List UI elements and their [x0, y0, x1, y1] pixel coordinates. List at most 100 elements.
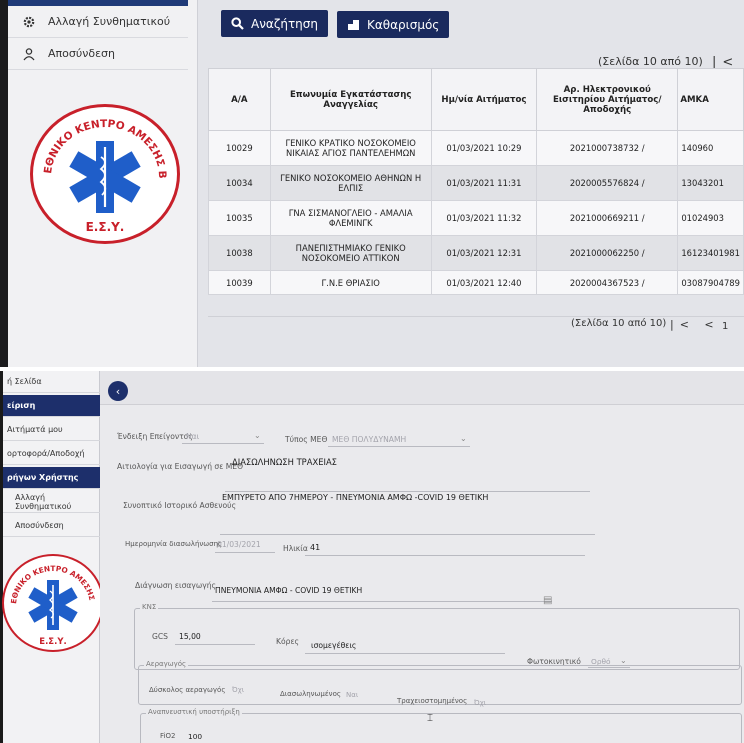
- resp-support-legend: Αναπνευστική υποστήριξη: [146, 708, 242, 716]
- resp-support-fieldset: [140, 713, 742, 743]
- sidebar-section-user[interactable]: ρήγων Χρήστης: [3, 467, 100, 489]
- field-underline: [305, 555, 585, 556]
- field-underline: [220, 534, 595, 535]
- pager-page-1[interactable]: 1: [722, 321, 728, 332]
- table-header-row: Α/Α Επωνυμία Εγκατάστασης Αναγγελίας Ημ/…: [208, 68, 744, 131]
- col-aa[interactable]: Α/Α: [208, 68, 271, 131]
- field-underline: [212, 601, 552, 602]
- field-underline: [182, 443, 264, 444]
- pager-status-top: (Σελίδα 10 από 10): [598, 55, 703, 68]
- chevron-left-icon: ‹: [115, 384, 121, 398]
- col-ticket[interactable]: Αρ. Ηλεκτρονικού Εισιτηρίου Αιτήματος/ Α…: [536, 68, 679, 131]
- cell-facility: Γ.Ν.Ε ΘΡΙΑΣΙΟ: [269, 270, 432, 295]
- kns-legend: ΚΝΣ: [140, 603, 159, 611]
- history-field[interactable]: ΕΜΠΥΡΕΤΟ ΑΠΟ 7ΗΜΕΡΟΥ - ΠΝΕΥΜΟΝΙΑ ΑΜΦΩ -C…: [222, 493, 488, 502]
- sidebar-item-transfer[interactable]: ορτοφορά/Αποδοχή: [3, 443, 100, 465]
- cell-amka: 140960: [677, 130, 744, 166]
- table-row[interactable]: 10034 ΓΕΝΙΚΟ ΝΟΣΟΚΟΜΕΙΟ ΑΘΗΝΩΝ Η ΕΛΠΙΣ 0…: [208, 165, 744, 201]
- cell-ticket: 2020004367523 /: [536, 270, 679, 295]
- table-row[interactable]: 10029 ΓΕΝΙΚΟ ΚΡΑΤΙΚΟ ΝΟΣΟΚΟΜΕΙΟ ΝΙΚΑΙΑΣ …: [208, 130, 744, 166]
- cell-aa: 10035: [208, 200, 271, 236]
- tracheostomy-select[interactable]: Όχι: [474, 699, 486, 707]
- pupils-field[interactable]: ισομεγέθεις: [311, 641, 356, 650]
- field-underline: [175, 644, 255, 645]
- cell-amka: 16123401981: [677, 235, 744, 271]
- reason-field[interactable]: ΔΙΑΣΩΛΗΝΩΣΗ ΤΡΑΧΕΙΑΣ: [232, 457, 337, 467]
- age-field[interactable]: 41: [310, 543, 320, 552]
- col-facility[interactable]: Επωνυμία Εγκατάστασης Αναγγελίας: [269, 68, 432, 131]
- chevron-down-icon[interactable]: ⌄: [254, 431, 261, 440]
- diagnosis-field[interactable]: ΠΝΕΥΜΟΝΙΑ ΑΜΦΩ - COVID 19 ΘΕΤΙΚΗ: [215, 586, 362, 595]
- back-button[interactable]: ‹: [108, 381, 128, 401]
- sidebar-item-logout[interactable]: Αποσύνδεση: [8, 38, 188, 70]
- sidebar-item-change-password[interactable]: Αλλαγή Συνθηματικού: [8, 6, 188, 38]
- intubation-date-field[interactable]: 01/03/2021: [217, 540, 261, 549]
- logo-bottom-text: Ε.Σ.Υ.: [86, 220, 125, 234]
- airway-legend: Αεραγωγός: [144, 660, 189, 668]
- cell-aa: 10029: [208, 130, 271, 166]
- cell-aa: 10038: [208, 235, 271, 271]
- cell-facility: ΓΕΝΙΚΟ ΚΡΑΤΙΚΟ ΝΟΣΟΚΟΜΕΙΟ ΝΙΚΑΙΑΣ ΑΓΙΟΣ …: [269, 130, 432, 166]
- intubation-date-label: Ημερομηνία διασωλήνωσης: [125, 540, 223, 548]
- field-underline: [225, 491, 590, 492]
- sidebar-item-logout[interactable]: Αποσύνδεση: [3, 515, 100, 537]
- reason-label: Αιτιολογία για Εισαγωγή σε ΜΕΘ: [117, 462, 244, 471]
- fio2-field[interactable]: 100: [188, 732, 202, 741]
- indication-label: Ένδειξη Επείγοντος: [117, 432, 193, 441]
- requests-table: Α/Α Επωνυμία Εγκατάστασης Αναγγελίας Ημ/…: [208, 68, 744, 295]
- pager-first-prev-icon[interactable]: |< <: [670, 318, 720, 331]
- field-underline: [215, 552, 275, 553]
- table-row[interactable]: 10039 Γ.Ν.Ε ΘΡΙΑΣΙΟ 01/03/2021 12:40 202…: [208, 270, 744, 295]
- notes-icon[interactable]: ▤: [543, 595, 552, 606]
- table-row[interactable]: 10038 ΠΑΝΕΠΙΣΤΗΜΙΑΚΟ ΓΕΝΙΚΟ ΝΟΣΟΚΟΜΕΙΟ Α…: [208, 235, 744, 271]
- sidebar-section-management[interactable]: είριση: [3, 395, 100, 417]
- sidebar: Αλλαγή Συνθηματικού Αποσύνδεση ΕΘΝΙΚΟ ΚΕ…: [8, 0, 198, 367]
- fio2-label: FiO2: [160, 732, 176, 740]
- sidebar-item-my-requests[interactable]: Αιτήματά μου: [3, 419, 100, 441]
- bottom-screenshot: ή Σελίδα είριση Αιτήματά μου ορτοφορά/Απ…: [0, 371, 744, 743]
- icu-type-label: Τύπος ΜΕΘ: [285, 435, 328, 444]
- pager-status-bottom: (Σελίδα 10 από 10): [571, 318, 667, 329]
- cell-date: 01/03/2021 11:31: [430, 165, 538, 201]
- gcs-field[interactable]: 15,00: [179, 632, 201, 641]
- cell-ticket: 2020005576824 /: [536, 165, 679, 201]
- monitor-bezel: [0, 0, 8, 367]
- difficult-airway-select[interactable]: Όχι: [232, 686, 244, 694]
- cell-facility: ΓΕΝΙΚΟ ΝΟΣΟΚΟΜΕΙΟ ΑΘΗΝΩΝ Η ΕΛΠΙΣ: [269, 165, 432, 201]
- document-icon: [348, 19, 359, 30]
- sidebar-item-label: Αλλαγή Συνθηματικού: [48, 15, 171, 28]
- logo-bottom-text: Ε.Σ.Υ.: [39, 637, 66, 647]
- icu-type-select[interactable]: ΜΕΘ ΠΟΛΥΔΥΝΑΜΗ: [332, 435, 406, 444]
- table-row[interactable]: 10035 ΓΝΑ ΣΙΣΜΑΝΟΓΛΕΙΟ - ΑΜΑΛΙΑ ΦΛΕΜΙΝΓΚ…: [208, 200, 744, 236]
- sidebar-item-change-password[interactable]: Αλλαγή Συνθηματικού: [3, 491, 100, 513]
- intubated-select[interactable]: Ναι: [346, 691, 358, 699]
- ekab-logo: ΕΘΝΙΚΟ ΚΕΝΤΡΟ ΑΜΕΣΗΣ ΒΟΗΘΕΙΑΣ Ε.Σ.Υ.: [2, 554, 104, 652]
- clear-button[interactable]: Καθαρισμός: [337, 11, 450, 38]
- cell-date: 01/03/2021 10:29: [430, 130, 538, 166]
- pupils-label: Κόρες: [276, 637, 300, 646]
- cell-date: 01/03/2021 12:31: [430, 235, 538, 271]
- age-label: Ηλικία: [283, 544, 308, 553]
- cell-ticket: 2021000738732 /: [536, 130, 679, 166]
- col-amka[interactable]: ΑΜΚΑ: [677, 68, 744, 131]
- cell-ticket: 2021000669211 /: [536, 200, 679, 236]
- col-date[interactable]: Ημ/νία Αιτήματος: [430, 68, 538, 131]
- indication-select[interactable]: Ναι: [186, 432, 199, 441]
- top-screenshot: Αλλαγή Συνθηματικού Αποσύνδεση ΕΘΝΙΚΟ ΚΕ…: [0, 0, 744, 367]
- search-button[interactable]: Αναζήτηση: [221, 10, 328, 37]
- kns-fieldset: [134, 608, 740, 670]
- cell-facility: ΓΝΑ ΣΙΣΜΑΝΟΓΛΕΙΟ - ΑΜΑΛΙΑ ΦΛΕΜΙΝΓΚ: [269, 200, 432, 236]
- sidebar-item-home[interactable]: ή Σελίδα: [3, 371, 100, 393]
- clear-button-label: Καθαρισμός: [367, 17, 440, 32]
- sidebar-item-label: Αποσύνδεση: [48, 47, 115, 60]
- difficult-airway-label: Δύσκολος αεραγωγός: [149, 686, 226, 694]
- chevron-down-icon[interactable]: ⌄: [460, 434, 467, 443]
- history-label: Συνοπτικό Ιστορικό Ασθενούς: [123, 501, 237, 510]
- search-icon: [231, 17, 244, 30]
- intubated-label: Διασωληνωμένος: [280, 690, 341, 698]
- cell-amka: 03087904789: [677, 270, 744, 295]
- cell-aa: 10034: [208, 165, 271, 201]
- chevron-down-icon[interactable]: ⌄: [620, 656, 627, 665]
- sidebar: ή Σελίδα είριση Αιτήματά μου ορτοφορά/Απ…: [0, 371, 104, 743]
- cell-date: 01/03/2021 12:40: [430, 270, 538, 295]
